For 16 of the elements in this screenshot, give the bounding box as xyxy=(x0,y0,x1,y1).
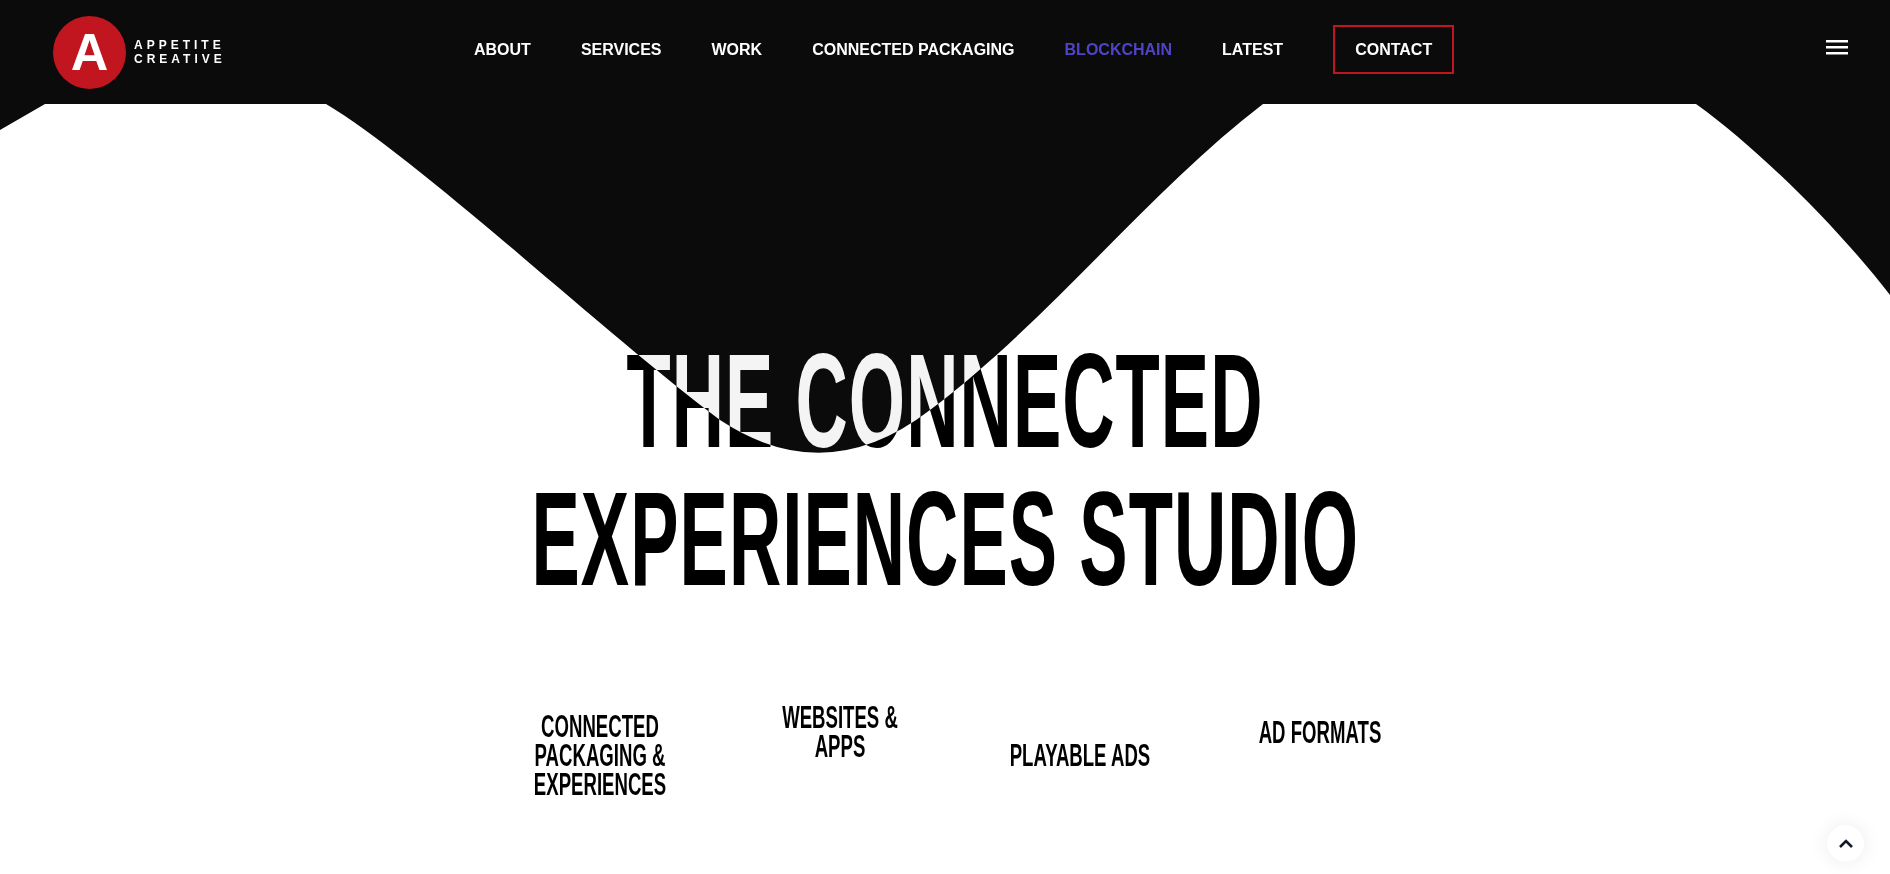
nav-link[interactable]: CONNECTED PACKAGING xyxy=(812,37,1015,62)
nav-link[interactable]: SERVICES xyxy=(580,37,662,62)
contact-button[interactable]: CONTACT xyxy=(1333,25,1455,74)
headline: EXPERIENCES STUDIO xyxy=(531,470,1359,608)
service-title[interactable]: AD FORMATS xyxy=(1248,717,1392,747)
logo-text: APPETITE xyxy=(134,39,226,51)
nav-link[interactable]: WORK xyxy=(711,37,763,62)
menu-icon[interactable] xyxy=(1826,40,1848,55)
nav-link[interactable]: LATEST xyxy=(1222,37,1284,62)
service-title[interactable]: PLAYABLE ADS xyxy=(1008,740,1152,770)
service-title[interactable]: CONNECTED PACKAGING & EXPERIENCES xyxy=(528,711,672,799)
nav-link[interactable]: ABOUT xyxy=(474,37,531,62)
scroll-top-button[interactable] xyxy=(1827,825,1864,862)
logo-text: CREATIVE xyxy=(134,53,226,65)
service-title[interactable]: WEBSITES & APPS xyxy=(768,703,912,761)
chevron-up-icon xyxy=(1837,838,1854,849)
